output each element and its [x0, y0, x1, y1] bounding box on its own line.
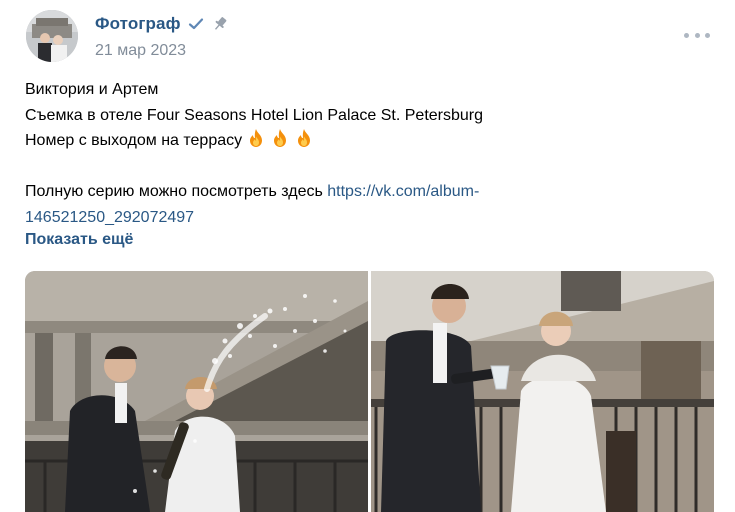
post-photo-1[interactable]: [25, 271, 368, 512]
author-avatar[interactable]: [26, 10, 78, 62]
more-dots-icon[interactable]: [684, 26, 710, 44]
fire-emoji-icon: [298, 129, 311, 147]
series-link-line-2: 146521250_292072497: [25, 205, 705, 231]
album-link[interactable]: https://vk.com/album-: [327, 183, 479, 200]
post-text-line-1: Виктория и Артем: [25, 81, 159, 98]
post-text-line-3: Номер с выходом на террасу: [25, 128, 705, 154]
verified-check-icon: [187, 15, 205, 33]
post-text: Виктория и Артем Съемка в отеле Four Sea…: [25, 77, 705, 230]
post-photo-2[interactable]: [371, 271, 714, 512]
author-line: Фотограф: [95, 14, 229, 34]
post-header: Фотограф 21 мар 2023: [26, 10, 716, 66]
post-text-line-2: Съемка в отеле Four Seasons Hotel Lion P…: [25, 106, 484, 124]
series-line: Полную серию можно посмотреть здесь http…: [25, 179, 705, 205]
show-more-button[interactable]: Показать ещё: [25, 231, 133, 249]
terrace-text: Номер с выходом на террасу: [25, 132, 243, 149]
fire-emoji-icon: [250, 129, 263, 147]
series-text: Полную серию можно посмотреть здесь: [25, 183, 328, 200]
album-link-cont[interactable]: 146521250_292072497: [25, 209, 194, 226]
post-date[interactable]: 21 мар 2023: [95, 42, 186, 60]
pin-icon: [211, 15, 229, 33]
author-name[interactable]: Фотограф: [95, 14, 181, 34]
fire-emoji-icon: [274, 129, 287, 147]
